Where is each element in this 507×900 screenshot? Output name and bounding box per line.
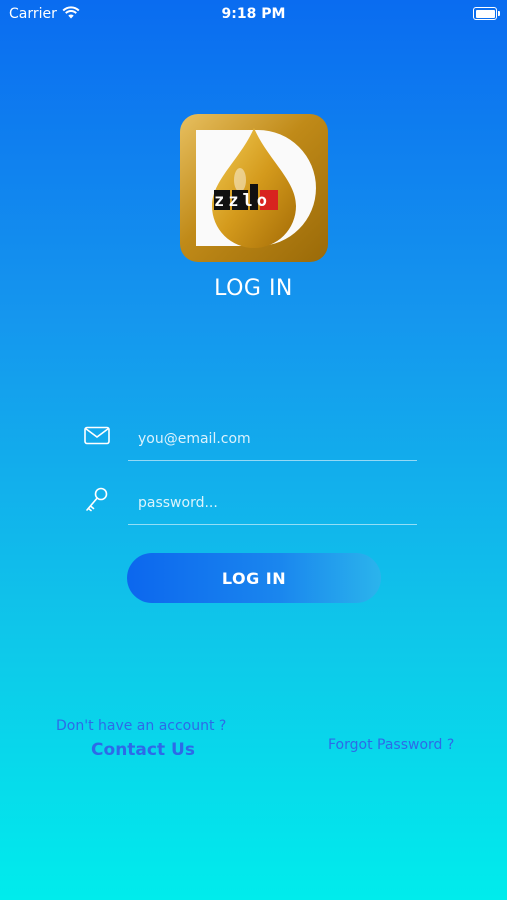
page-title: LOG IN bbox=[214, 276, 293, 301]
clock: 9:18 PM bbox=[221, 6, 286, 22]
key-icon bbox=[86, 487, 108, 512]
email-input[interactable] bbox=[136, 426, 410, 452]
status-bar: Carrier 9:18 PM bbox=[0, 0, 507, 30]
forgot-password-link[interactable]: Forgot Password ? bbox=[328, 737, 454, 753]
oil-drop-logo bbox=[196, 128, 316, 248]
app-logo: zzlo bbox=[180, 114, 328, 262]
logo-text: zzlo bbox=[214, 191, 271, 211]
battery-icon bbox=[473, 7, 500, 20]
password-input[interactable] bbox=[136, 490, 410, 516]
email-field[interactable] bbox=[128, 416, 417, 461]
login-button[interactable]: LOG IN bbox=[127, 553, 381, 603]
contact-us-link[interactable]: Contact Us bbox=[0, 740, 286, 760]
password-field[interactable] bbox=[128, 480, 417, 525]
mail-icon bbox=[84, 426, 110, 445]
no-account-text: Don't have an account ? bbox=[56, 718, 227, 734]
